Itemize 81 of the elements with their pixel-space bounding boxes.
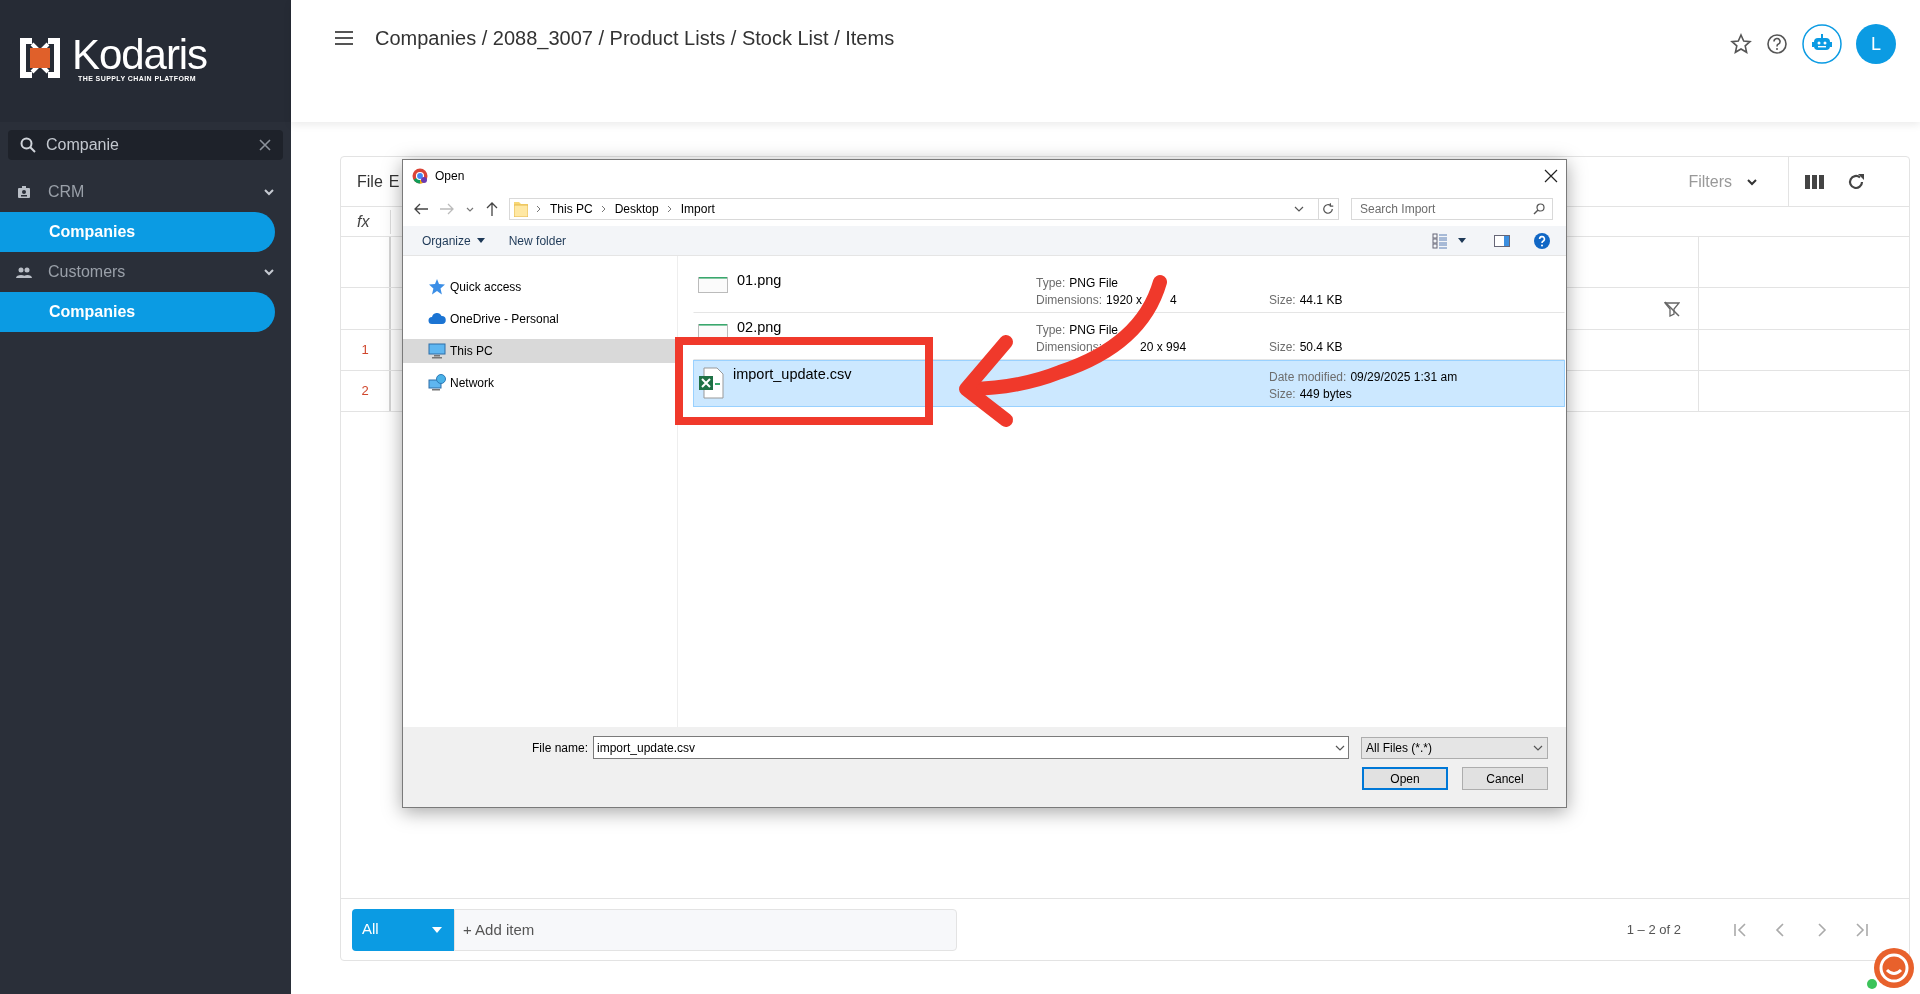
- detail-value: 449 bytes: [1299, 385, 1352, 403]
- detail-value: 4: [1170, 291, 1177, 309]
- logo-icon: [18, 36, 62, 80]
- menu-icon[interactable]: [335, 31, 353, 45]
- search-icon: [20, 137, 36, 153]
- detail-value: PNG File: [1069, 321, 1119, 339]
- help-icon[interactable]: [1766, 33, 1788, 55]
- help-icon[interactable]: [1534, 232, 1550, 249]
- dialog-title: Open: [435, 168, 466, 185]
- file-name-field[interactable]: import_update.csv: [593, 736, 1349, 759]
- file-type-dropdown[interactable]: All Files (*.*): [1361, 736, 1548, 759]
- app-icon: [412, 168, 428, 184]
- detail-label: Dimensions:: [1036, 291, 1103, 309]
- sidebar-group[interactable]: CRM: [0, 172, 291, 212]
- search-field[interactable]: Companie: [8, 130, 283, 160]
- back-icon[interactable]: [413, 202, 429, 216]
- menu-item[interactable]: E: [388, 169, 400, 194]
- path-segment[interactable]: This PC: [550, 200, 593, 218]
- id-card-icon: [16, 184, 32, 200]
- chevron-right-icon: [666, 205, 673, 213]
- file-name[interactable]: 02.png: [737, 318, 782, 336]
- caret-icon[interactable]: [1458, 238, 1466, 243]
- columns-icon[interactable]: [1805, 173, 1825, 190]
- field-label: File name:: [531, 739, 588, 757]
- add-item-field[interactable]: + Add item: [454, 908, 957, 951]
- chevron-icon[interactable]: [1294, 204, 1304, 214]
- filter-off-icon[interactable]: [1664, 300, 1680, 317]
- up-icon[interactable]: [485, 201, 499, 217]
- monitor-icon: [428, 342, 446, 360]
- refresh-icon[interactable]: [1847, 172, 1865, 191]
- nav-item[interactable]: Network: [403, 371, 677, 395]
- organize-menu[interactable]: Organize: [422, 231, 485, 250]
- breadcrumb: Companies / 2088_3007 / Product Lists / Stock List / Items: [375, 26, 896, 52]
- detail-value: PNG File: [1069, 274, 1119, 292]
- open-button[interactable]: Open: [1362, 767, 1448, 790]
- folder-icon: [514, 201, 528, 217]
- caret-icon: [476, 238, 485, 243]
- cancel-button[interactable]: Cancel: [1462, 767, 1548, 790]
- menu-item[interactable]: File: [357, 169, 383, 194]
- nav-item[interactable]: This PC: [403, 339, 677, 363]
- detail-label: Size:: [1269, 385, 1296, 403]
- detail-value: 50.4 KB: [1299, 338, 1343, 356]
- detail-label: Size:: [1269, 291, 1296, 309]
- detail-label: Type:: [1036, 274, 1066, 292]
- file-row[interactable]: import_update.csv Date modified: 09/29/2025 1:31 am Size: 449 bytes: [693, 360, 1565, 407]
- caret-icon: [432, 926, 442, 933]
- detail-label: Type:: [1036, 321, 1066, 339]
- file-row[interactable]: 01.png Type: PNG File Dimensions: 1920 x 4 Size: 44.1 KB: [693, 266, 1565, 313]
- detail-value: 20 x 994: [1140, 338, 1187, 356]
- spreadsheet-file-icon: [698, 367, 724, 399]
- star-icon: [428, 278, 446, 296]
- detail-label: Dimensions:: [1036, 338, 1103, 356]
- path-segment[interactable]: Import: [680, 200, 715, 218]
- new-folder-button[interactable]: New folder: [508, 231, 567, 250]
- file-name[interactable]: 01.png: [737, 271, 782, 289]
- detail-value: 44.1 KB: [1299, 291, 1343, 309]
- nav-item[interactable]: OneDrive - Personal: [403, 307, 677, 331]
- chevron-right-icon: [536, 205, 542, 213]
- robot-icon[interactable]: [1802, 24, 1842, 64]
- address-bar[interactable]: This PC Desktop Import: [509, 198, 1339, 220]
- search-field[interactable]: Search Import: [1351, 198, 1553, 220]
- preview-pane-icon[interactable]: [1494, 234, 1510, 247]
- path-segment[interactable]: Desktop: [614, 200, 659, 218]
- chevron-right-icon: [600, 205, 607, 213]
- detail-value: 1920 x: [1106, 291, 1143, 309]
- view-options-icon[interactable]: [1432, 232, 1448, 249]
- row-number: 1: [341, 330, 391, 370]
- file-name[interactable]: import_update.csv: [733, 365, 852, 383]
- close-icon[interactable]: [1544, 169, 1558, 183]
- network-icon: [428, 374, 446, 392]
- search-icon: [1533, 203, 1545, 215]
- detail-label: Size:: [1269, 338, 1296, 356]
- detail-value: 09/29/2025 1:31 am: [1350, 368, 1458, 386]
- detail-label: Date modified:: [1269, 368, 1347, 386]
- nav-item[interactable]: Quick access: [403, 275, 677, 299]
- formula-label: fx: [341, 209, 391, 234]
- row-number: 2: [341, 371, 391, 411]
- pagination-range: 1 – 2 of 2: [1626, 920, 1681, 939]
- logo-name: Kodaris: [72, 36, 208, 74]
- star-icon[interactable]: [1730, 33, 1752, 55]
- sidebar-group[interactable]: Customers: [0, 252, 291, 292]
